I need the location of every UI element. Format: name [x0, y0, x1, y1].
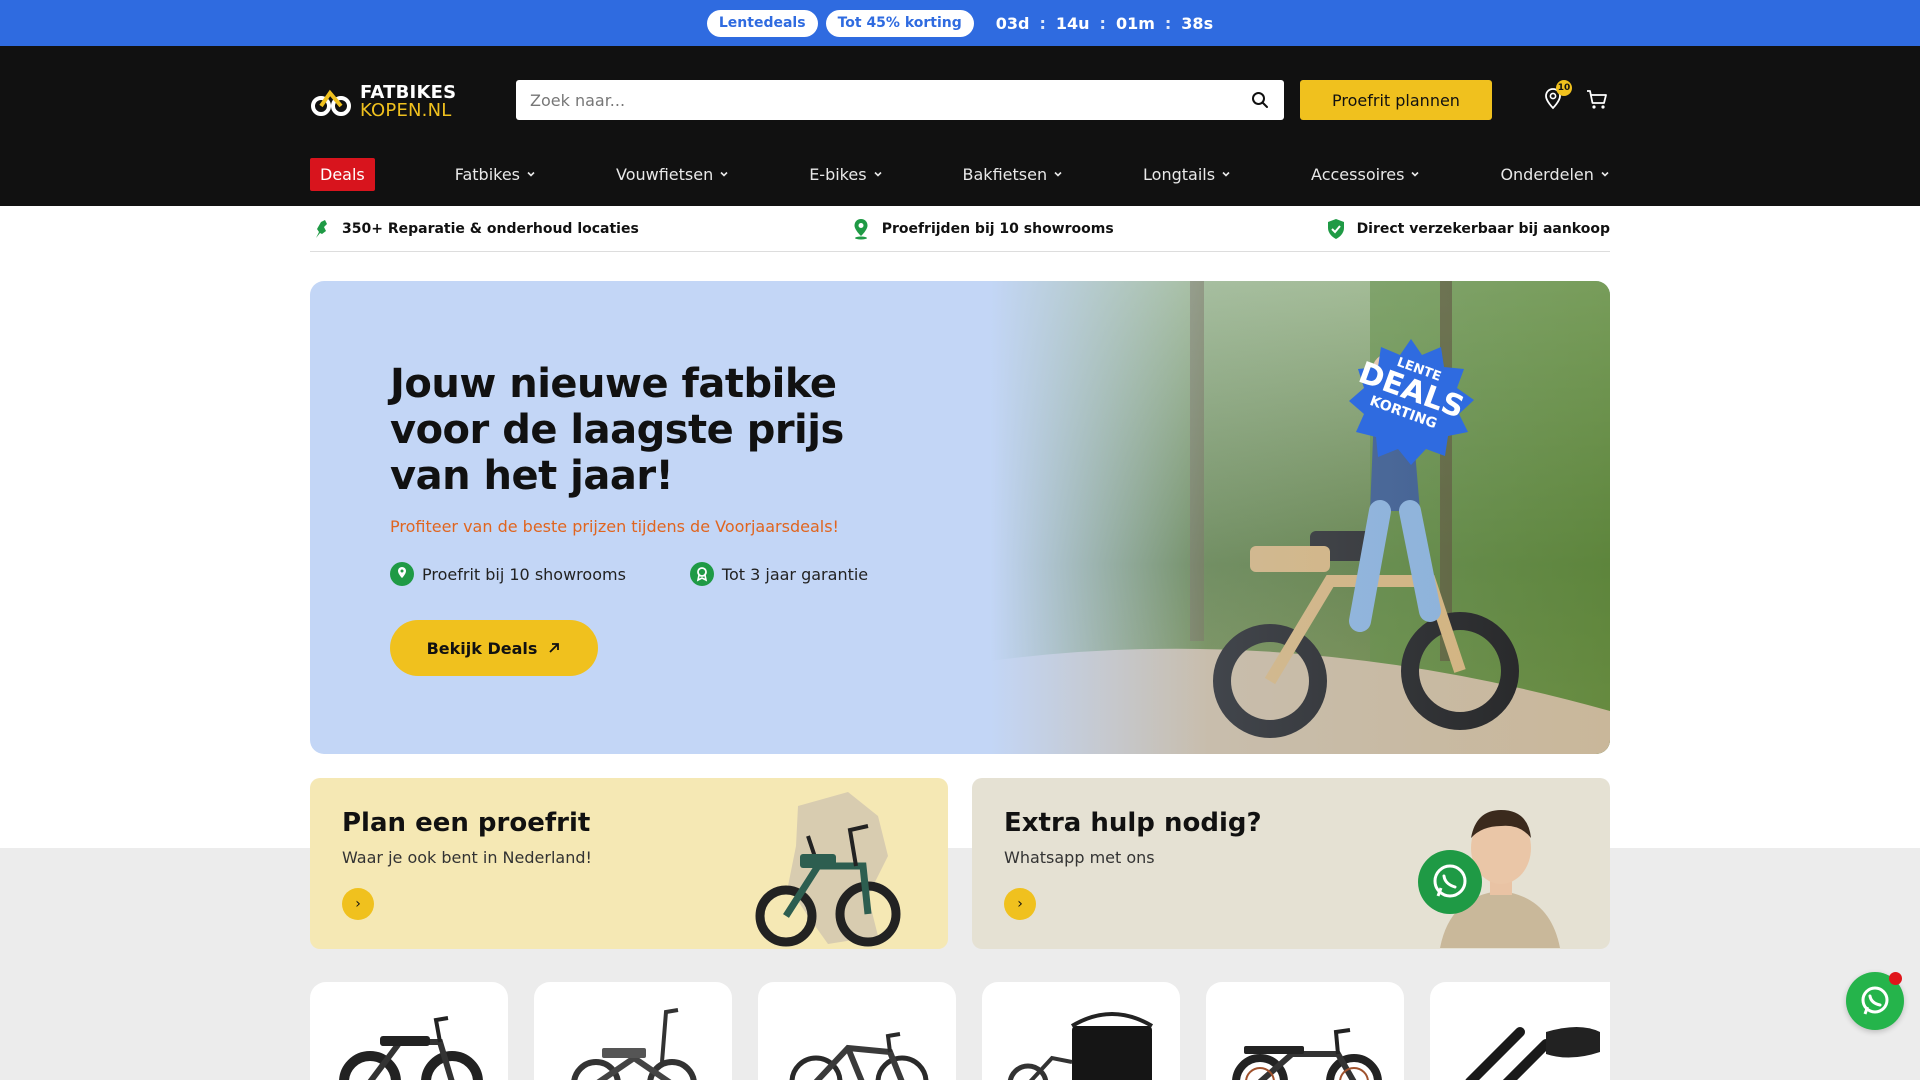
- nav-item-label: Longtails: [1143, 164, 1216, 184]
- chevron-down-icon: [720, 171, 728, 177]
- site-logo[interactable]: FATBIKES KOPEN.NL: [310, 82, 456, 122]
- nav-item-deals[interactable]: Deals: [310, 157, 375, 191]
- lente-deals-sticker: LENTE DEALS KORTING: [1346, 337, 1476, 467]
- hero-title: Jouw nieuwe fatbike voor de laagste prij…: [390, 361, 844, 499]
- whatsapp-float-button[interactable]: [1846, 972, 1904, 1030]
- countdown-separator: :: [1164, 13, 1172, 33]
- view-deals-button[interactable]: Bekijk Deals: [390, 620, 598, 676]
- nav-item-label: Vouwfietsen: [615, 164, 714, 184]
- folding-bike-image: [571, 1008, 697, 1080]
- countdown-seconds: 38s: [1181, 13, 1214, 33]
- notification-dot: [1889, 972, 1902, 985]
- cargo-bike-image: [1007, 1012, 1154, 1080]
- chevron-down-icon: [1601, 171, 1609, 177]
- netherlands-map-icon: [316, 219, 327, 238]
- bike-logo-icon: [311, 89, 351, 116]
- promo-pill-korting[interactable]: Tot 45% korting: [825, 9, 974, 37]
- chevron-down-icon: [1054, 171, 1062, 177]
- arrow-up-right-icon: [549, 643, 560, 653]
- nav-item-longtails[interactable]: Longtails: [1143, 165, 1231, 184]
- countdown-minutes: 01m: [1115, 13, 1155, 33]
- longtail-bike-image: [1232, 1028, 1382, 1080]
- view-deals-label: Bekijk Deals: [426, 638, 538, 658]
- promo-pill-lentedeals[interactable]: Lentedeals: [706, 9, 818, 37]
- category-tile-accessoires[interactable]: [1430, 982, 1610, 1080]
- nav-item-label: Bakfietsen: [962, 164, 1048, 184]
- hero-usp-label: Tot 3 jaar garantie: [721, 564, 869, 584]
- hero-usp-warranty: Tot 3 jaar garantie: [689, 562, 869, 586]
- cart-icon: [1587, 90, 1607, 109]
- accessory-rack-image: [1465, 1027, 1600, 1080]
- usp-label: Direct verzekerbaar bij aankoop: [1356, 220, 1610, 237]
- chevron-down-icon: [1411, 171, 1420, 177]
- chevron-down-icon: [527, 171, 535, 177]
- countdown-days: 03d: [995, 13, 1030, 33]
- search-icon[interactable]: [1250, 90, 1270, 110]
- usp-item-insurance: Direct verzekerbaar bij aankoop: [1325, 218, 1610, 240]
- shield-check-icon: [1327, 218, 1344, 239]
- search-input[interactable]: [530, 90, 1250, 110]
- e-bike-image: [789, 1032, 929, 1080]
- logo-text-line2: KOPEN.NL: [360, 100, 452, 121]
- hero-subtitle: Profiteer van de beste prijzen tijdens d…: [390, 517, 839, 536]
- category-tile-e-bikes[interactable]: [758, 982, 956, 1080]
- promo-bar: Lentedeals Tot 45% korting 03d : 14u : 0…: [0, 0, 1920, 46]
- chevron-down-icon: [1222, 171, 1230, 177]
- countdown-separator: :: [1099, 13, 1106, 33]
- usp-label: Proefrijden bij 10 showrooms: [881, 220, 1114, 237]
- plan-test-ride-button[interactable]: Proefrit plannen: [1300, 80, 1492, 120]
- location-count-badge: 10: [1556, 80, 1572, 96]
- card-subtitle: Whatsapp met ons: [1004, 848, 1155, 867]
- warranty-badge-icon: [689, 562, 714, 586]
- fatbike-image: [339, 1016, 483, 1080]
- usp-label: 350+ Reparatie & onderhoud locaties: [342, 220, 639, 237]
- whatsapp-icon: [1861, 986, 1889, 1015]
- nav-item-label: Accessoires: [1311, 164, 1405, 184]
- location-pin-icon: [854, 218, 868, 239]
- nav-item-label: Onderdelen: [1500, 164, 1594, 184]
- nav-item-vouwfietsen[interactable]: Vouwfietsen: [616, 165, 729, 184]
- chevron-down-icon: [873, 171, 882, 177]
- nav-item-accessoires[interactable]: Accessoires: [1311, 165, 1420, 184]
- nav-item-bakfietsen[interactable]: Bakfietsen: [963, 165, 1064, 184]
- nav-item-onderdelen[interactable]: Onderdelen: [1500, 165, 1609, 184]
- nav-item-label: Fatbikes: [454, 164, 521, 184]
- category-tile-longtails[interactable]: [1206, 982, 1404, 1080]
- usp-bar: 350+ Reparatie & onderhoud locaties Proe…: [310, 206, 1610, 252]
- category-tile-fatbikes[interactable]: [310, 982, 508, 1080]
- whatsapp-icon: [1418, 850, 1482, 914]
- showroom-location-button[interactable]: 10: [1540, 80, 1572, 112]
- hero-usp-showrooms: Proefrit bij 10 showrooms: [390, 562, 626, 586]
- card-title: Plan een proefrit: [342, 808, 591, 838]
- search-bar: [516, 80, 1284, 120]
- countdown-separator: :: [1039, 13, 1046, 33]
- card-title: Extra hulp nodig?: [1004, 808, 1262, 838]
- usp-item-repair: 350+ Reparatie & onderhoud locaties: [310, 218, 639, 240]
- countdown-hours: 14u: [1055, 13, 1090, 33]
- hero-fatbike-photo: [990, 281, 1610, 754]
- category-tile-vouwfietsen[interactable]: [534, 982, 732, 1080]
- plan-test-ride-card[interactable]: Plan een proefrit Waar je ook bent in Ne…: [310, 778, 948, 949]
- site-header: FATBIKES KOPEN.NL Proefrit plannen 10: [0, 46, 1920, 206]
- category-tiles: [310, 982, 1610, 1080]
- main-navigation: Deals Fatbikes Vouwfietsen E-bikes Bakfi…: [310, 156, 1610, 192]
- extra-help-card[interactable]: Extra hulp nodig? Whatsapp met ons ›: [972, 778, 1610, 949]
- hero-usp-label: Proefrit bij 10 showrooms: [422, 564, 626, 584]
- nav-item-e-bikes[interactable]: E-bikes: [809, 165, 882, 184]
- location-pin-icon: [390, 562, 414, 586]
- bike-on-map-image: [755, 792, 901, 947]
- countdown-timer: 03d : 14u : 01m : 38s: [996, 14, 1213, 33]
- card-arrow-button[interactable]: ›: [342, 888, 374, 920]
- cart-button[interactable]: [1584, 86, 1610, 112]
- nav-item-fatbikes[interactable]: Fatbikes: [455, 165, 536, 184]
- category-tile-bakfietsen[interactable]: [982, 982, 1180, 1080]
- usp-item-showrooms: Proefrijden bij 10 showrooms: [850, 218, 1114, 240]
- card-arrow-button[interactable]: ›: [1004, 888, 1036, 920]
- nav-item-label: E-bikes: [809, 164, 867, 184]
- card-subtitle: Waar je ook bent in Nederland!: [342, 848, 592, 867]
